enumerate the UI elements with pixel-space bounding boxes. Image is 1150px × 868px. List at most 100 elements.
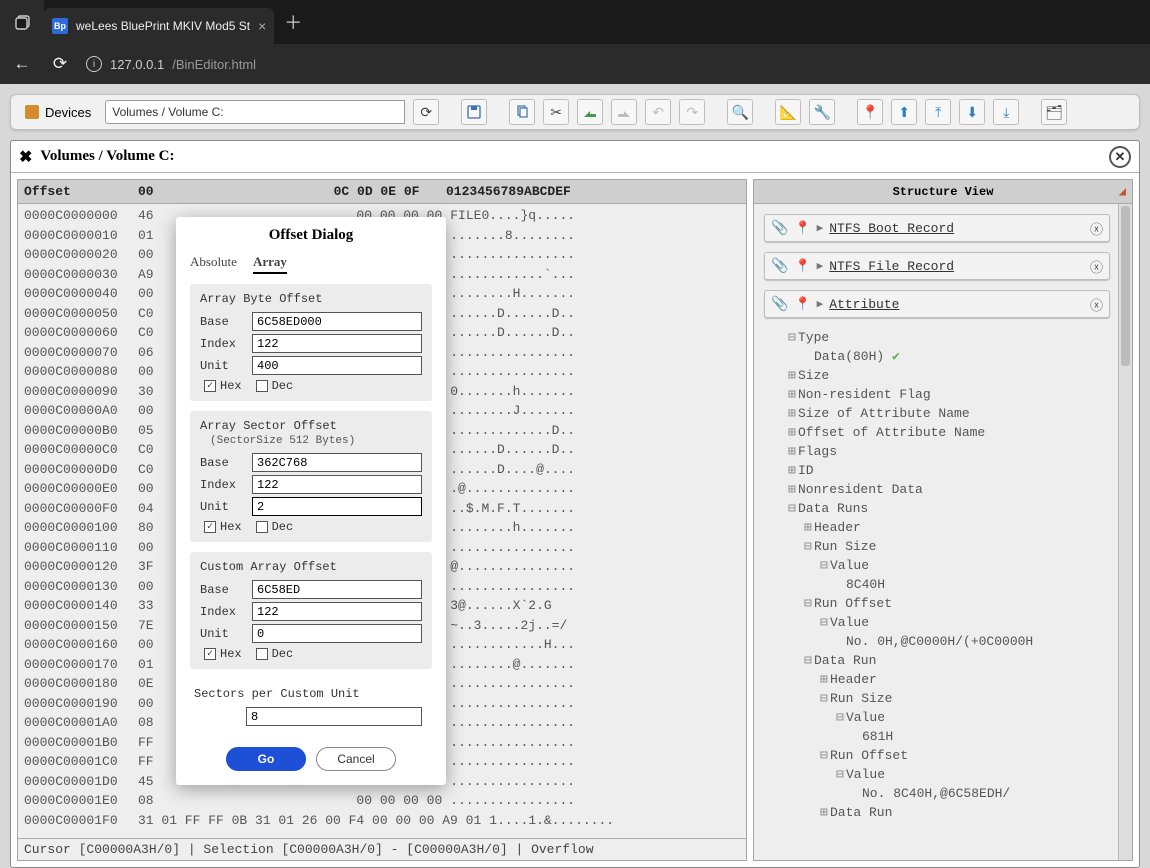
tree-node[interactable]: ⊟Run Offset [788,746,1110,765]
tree-expander-icon[interactable]: ⊟ [820,746,830,765]
paste-special-button[interactable] [611,99,637,125]
copy-button[interactable] [509,99,535,125]
nav-down-button[interactable]: ⬇ [959,99,985,125]
custom-dec-checkbox[interactable]: Dec [256,647,294,661]
dialog-cancel-button[interactable]: Cancel [316,747,396,771]
structure-scrollbar[interactable] [1118,204,1132,860]
custom-unit-input[interactable] [252,624,422,643]
tree-expander-icon[interactable]: ⊟ [788,328,798,347]
tree-expander-icon[interactable]: ⊟ [804,537,814,556]
tree-node[interactable]: ⊞Header [788,518,1110,537]
tree-expander-icon[interactable]: ⊟ [836,765,846,784]
volume-path-box[interactable]: Volumes / Volume C: [105,100,405,124]
card-close-icon[interactable]: ⓧ [1090,295,1103,314]
address-bar[interactable]: i 127.0.0.1/BinEditor.html [86,56,256,72]
expand-icon[interactable]: ▶ [817,221,824,235]
tree-expander-icon[interactable]: ⊟ [804,594,814,613]
paste-button[interactable] [577,99,603,125]
tree-expander-icon[interactable]: ⊞ [820,803,830,822]
undo-button[interactable]: ↶ [645,99,671,125]
structure-card[interactable]: 📎📍▶Attributeⓧ [764,290,1110,318]
tree-node[interactable]: 681H [788,727,1110,746]
sector-index-input[interactable] [252,475,422,494]
tree-node[interactable]: ⊟Value [788,556,1110,575]
tree-node[interactable]: ⊞Non-resident Flag [788,385,1110,404]
tree-node[interactable]: ⊟Data Runs [788,499,1110,518]
tree-node[interactable]: ⊞Header [788,670,1110,689]
card-close-icon[interactable]: ⓧ [1090,219,1103,238]
tree-node[interactable]: ⊟Value [788,708,1110,727]
save-button[interactable] [461,99,487,125]
expand-icon[interactable]: ▶ [817,297,824,311]
sector-base-input[interactable] [252,453,422,472]
main-frame-close-button[interactable]: ✕ [1109,146,1131,168]
byte-base-input[interactable] [252,312,422,331]
hex-row[interactable]: 0000C00001F031 01 FF FF 0B 31 01 26 00 F… [18,811,746,831]
custom-hex-checkbox[interactable]: ✓Hex [204,647,242,661]
browser-tab[interactable]: Bp weLees BluePrint MKIV Mod5 St × [44,8,274,44]
pin-icon[interactable]: 📎 [771,220,788,237]
tree-node[interactable]: ⊞ID [788,461,1110,480]
tree-node[interactable]: ⊟Data Run [788,651,1110,670]
hex-row[interactable]: 0000C00001E008 00 00 00 00..............… [18,791,746,811]
tree-expander-icon[interactable]: ⊟ [820,556,830,575]
nav-up-button[interactable]: ⬆ [891,99,917,125]
scrollbar-thumb[interactable] [1121,206,1130,366]
redo-button[interactable]: ↷ [679,99,705,125]
tree-expander-icon[interactable]: ⊟ [836,708,846,727]
tree-expander-icon[interactable]: ⊞ [788,404,798,423]
tree-node[interactable]: ⊟Run Size [788,689,1110,708]
tree-expander-icon[interactable]: ⊞ [788,442,798,461]
tree-expander-icon[interactable]: ⊟ [820,689,830,708]
byte-hex-checkbox[interactable]: ✓Hex [204,379,242,393]
refresh-path-button[interactable]: ⟳ [413,99,439,125]
pin-icon[interactable]: 📎 [771,296,788,313]
site-info-icon[interactable]: i [86,56,102,72]
dialog-tab-absolute[interactable]: Absolute [190,254,237,274]
tab-close-icon[interactable]: × [258,18,266,34]
tree-node[interactable]: ⊟Type [788,328,1110,347]
tree-node[interactable]: ⊟Value [788,765,1110,784]
tree-node[interactable]: ⊟Value [788,613,1110,632]
structure-card[interactable]: 📎📍▶NTFS File Recordⓧ [764,252,1110,280]
refresh-button[interactable]: ⟳ [48,54,72,74]
dialog-go-button[interactable]: Go [226,747,306,771]
tree-expander-icon[interactable]: ⊞ [788,385,798,404]
tree-expander-icon[interactable]: ⊞ [788,423,798,442]
tree-expander-icon[interactable]: ⊞ [788,461,798,480]
tree-node[interactable]: ⊟Run Size [788,537,1110,556]
sector-hex-checkbox[interactable]: ✓Hex [204,520,242,534]
tree-expander-icon[interactable]: ⊞ [788,480,798,499]
tree-expander-icon[interactable]: ⊟ [788,499,798,518]
structure-pin-icon[interactable]: ◢ [1119,184,1126,199]
byte-unit-input[interactable] [252,356,422,375]
devices-label[interactable]: Devices [19,105,97,120]
tree-node[interactable]: ⊞Offset of Attribute Name [788,423,1110,442]
pin-icon[interactable]: 📎 [771,258,788,275]
tree-node[interactable]: No. 8C40H,@6C58EDH/ [788,784,1110,803]
tree-node[interactable]: ⊞Size [788,366,1110,385]
sector-dec-checkbox[interactable]: Dec [256,520,294,534]
search-button[interactable]: 🔍 [727,99,753,125]
bookmark-button[interactable]: 📍 [857,99,883,125]
custom-base-input[interactable] [252,580,422,599]
tree-node[interactable]: 8C40H [788,575,1110,594]
card-close-icon[interactable]: ⓧ [1090,257,1103,276]
new-tab-button[interactable]: ＋ [284,9,302,35]
dialog-tab-array[interactable]: Array [253,254,287,274]
nav-bottom-button[interactable]: ⤓ [993,99,1019,125]
custom-index-input[interactable] [252,602,422,621]
tree-node[interactable]: No. 0H,@C0000H/(+0C0000H [788,632,1110,651]
settings-button[interactable]: 🗂 [1041,99,1067,125]
tree-expander-icon[interactable]: ⊟ [820,613,830,632]
tree-node[interactable]: ⊞Data Run [788,803,1110,822]
tree-expander-icon[interactable]: ⊟ [804,651,814,670]
tree-node[interactable]: ⊞Nonresident Data [788,480,1110,499]
sector-unit-input[interactable] [252,497,422,516]
tree-expander-icon[interactable]: ⊞ [820,670,830,689]
sectors-per-unit-input[interactable] [246,707,422,726]
byte-index-input[interactable] [252,334,422,353]
nav-top-button[interactable]: ⤒ [925,99,951,125]
cut-button[interactable]: ✂ [543,99,569,125]
edit-button[interactable]: 🔧 [809,99,835,125]
